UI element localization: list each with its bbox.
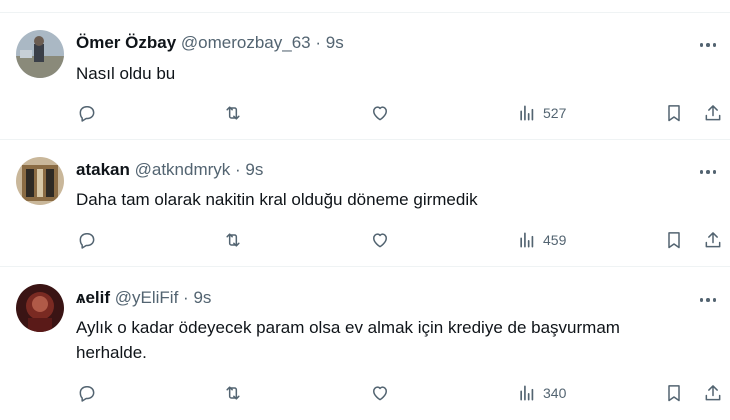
more-icon[interactable] (696, 162, 720, 182)
more-icon[interactable] (696, 35, 720, 55)
like-button[interactable] (370, 228, 390, 252)
retweet-button[interactable] (223, 228, 243, 252)
like-button[interactable] (370, 381, 390, 405)
avatar[interactable] (16, 284, 64, 332)
views-count: 527 (543, 105, 567, 121)
tweet-2[interactable]: atakan @atkndmryk · 9s Daha tam olarak n… (0, 140, 730, 266)
views-icon (520, 105, 534, 121)
retweet-icon (226, 386, 240, 400)
bookmark-icon (668, 232, 680, 249)
tweet-text: Nasıl oldu bu (76, 64, 176, 83)
views-button[interactable]: 459 (517, 228, 566, 252)
timestamp[interactable]: 9s (193, 288, 211, 307)
like-icon (373, 386, 387, 401)
bookmark-button[interactable] (664, 101, 684, 125)
timestamp[interactable]: 9s (326, 33, 344, 52)
separator-dot: · (315, 33, 322, 52)
separator-dot: · (235, 160, 241, 179)
tweet-actions: 527 (0, 101, 730, 125)
tweet-header: ѧelif @yEliFif · 9s (76, 288, 211, 308)
bookmark-button[interactable] (664, 381, 684, 405)
tweet-3[interactable]: ѧelif @yEliFif · 9s Aylık o kadar ödeyec… (0, 267, 730, 420)
like-icon (373, 233, 387, 248)
avatar[interactable] (16, 157, 64, 205)
avatar[interactable] (16, 30, 64, 78)
reply-icon (79, 106, 95, 122)
share-button[interactable] (703, 228, 723, 252)
share-icon (705, 232, 721, 248)
tweet-actions: 340 (0, 381, 730, 405)
bookmark-button[interactable] (664, 228, 684, 252)
like-button[interactable] (370, 101, 390, 125)
share-button[interactable] (703, 101, 723, 125)
author-name[interactable]: ѧelif (76, 288, 110, 307)
tweet-text: Aylık o kadar ödeyecek param olsa ev alm… (76, 318, 620, 362)
retweet-icon (226, 233, 240, 247)
author-handle[interactable]: @yEliFif (115, 288, 179, 307)
views-button[interactable]: 340 (517, 381, 566, 405)
share-icon (705, 385, 721, 401)
tweet-header: atakan @atkndmryk · 9s (76, 160, 263, 180)
retweet-button[interactable] (223, 101, 243, 125)
bookmark-icon (668, 105, 680, 122)
bookmark-icon (668, 385, 680, 402)
more-icon[interactable] (696, 290, 720, 310)
views-count: 459 (543, 232, 567, 248)
share-button[interactable] (703, 381, 723, 405)
tweet-text: Daha tam olarak nakitin kral olduğu döne… (76, 190, 478, 209)
views-button[interactable]: 527 (517, 101, 566, 125)
tweet-1[interactable]: Ömer Özbay @omerozbay_63 · 9s Nasıl oldu… (0, 13, 730, 139)
author-handle[interactable]: @omerozbay_63 (181, 33, 311, 52)
reply-icon (79, 386, 95, 402)
reply-button[interactable] (77, 381, 97, 405)
timestamp[interactable]: 9s (245, 160, 263, 179)
views-icon (520, 385, 534, 401)
reply-button[interactable] (77, 228, 97, 252)
author-name[interactable]: atakan (76, 160, 130, 179)
share-icon (705, 105, 721, 121)
reply-icon (79, 233, 95, 249)
author-name[interactable]: Ömer Özbay (76, 33, 176, 52)
like-icon (373, 106, 387, 121)
separator-dot: · (183, 288, 189, 307)
views-icon (520, 232, 534, 248)
reply-button[interactable] (77, 101, 97, 125)
views-count: 340 (543, 385, 567, 401)
tweet-actions: 459 (0, 228, 730, 252)
retweet-button[interactable] (223, 381, 243, 405)
tweet-header: Ömer Özbay @omerozbay_63 · 9s (76, 33, 344, 53)
author-handle[interactable]: @atkndmryk (135, 160, 231, 179)
retweet-icon (226, 106, 240, 120)
